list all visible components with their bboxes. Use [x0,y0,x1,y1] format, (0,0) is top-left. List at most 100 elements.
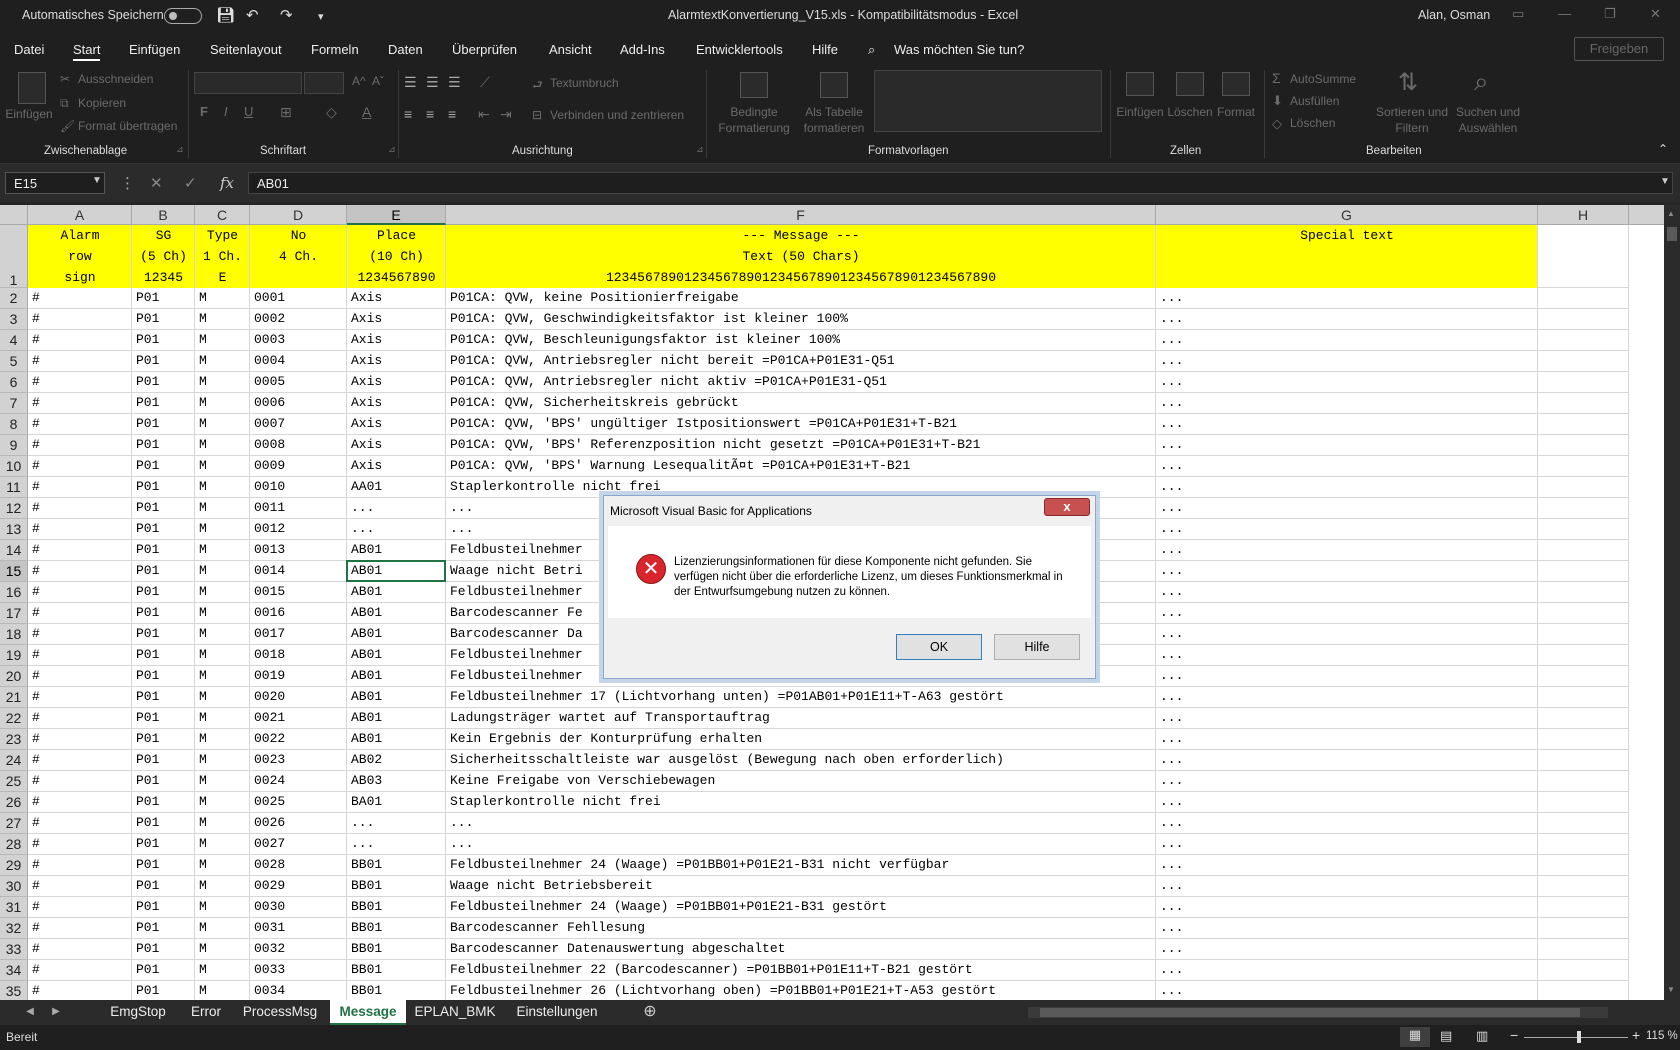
tab-addins[interactable]: Add-Ins [620,42,665,57]
cell-alarm-sign[interactable]: # [28,708,132,729]
row-header[interactable]: 7 [0,393,28,414]
cell-type[interactable]: M [195,855,250,876]
header-cell-d[interactable]: No 4 Ch. [250,225,347,267]
cell-type[interactable]: M [195,813,250,834]
cell-sg[interactable]: P01 [132,792,195,813]
cell-message[interactable]: ... [446,813,1156,834]
column-header-e[interactable]: E [347,205,446,225]
row-header[interactable]: 35 [0,981,28,1000]
cell-type[interactable]: M [195,729,250,750]
cell-alarm-sign[interactable]: # [28,477,132,498]
ribbon-display-icon[interactable]: ▭ [1512,6,1524,22]
conditional-formatting-button[interactable]: Bedingte Formatierung [714,104,794,136]
cell-type[interactable]: M [195,834,250,855]
cell-special-text[interactable]: ... [1156,939,1538,960]
row-header[interactable]: 26 [0,792,28,813]
clipboard-launcher-icon[interactable]: ⊿ [176,144,184,155]
header-cell-b[interactable]: SG (5 Ch) 12345 [132,225,195,288]
cell-no[interactable]: 0002 [250,309,347,330]
row-header[interactable]: 13 [0,519,28,540]
cell-sg[interactable]: P01 [132,729,195,750]
cell-sg[interactable]: P01 [132,981,195,1000]
cell-place[interactable]: Axis [347,288,446,309]
restore-icon[interactable]: ❐ [1604,6,1616,22]
tab-ueberpruefen[interactable]: Überprüfen [452,42,517,57]
cell-place[interactable]: BB01 [347,981,446,1000]
row-header[interactable]: 6 [0,372,28,393]
tab-formeln[interactable]: Formeln [311,42,359,57]
cell-alarm-sign[interactable]: # [28,330,132,351]
row-header[interactable]: 17 [0,603,28,624]
cell-sg[interactable]: P01 [132,351,195,372]
cell-place[interactable]: AB01 [347,687,446,708]
cell-no[interactable]: 0017 [250,624,347,645]
page-break-view-icon[interactable]: ▥ [1476,1028,1488,1044]
fill-button[interactable]: Ausfüllen [1290,94,1339,108]
cell-alarm-sign[interactable]: # [28,540,132,561]
cell-special-text[interactable]: ... [1156,792,1538,813]
cell-type[interactable]: M [195,708,250,729]
customize-quick-access-icon[interactable]: ▾ [318,10,324,23]
cell-alarm-sign[interactable]: # [28,792,132,813]
align-bottom-icon[interactable]: ☰ [448,74,461,91]
cell-place[interactable]: Axis [347,309,446,330]
cell-special-text[interactable]: ... [1156,855,1538,876]
cell-sg[interactable]: P01 [132,624,195,645]
cell-sg[interactable]: P01 [132,771,195,792]
row-header[interactable]: 21 [0,687,28,708]
cell-sg[interactable]: P01 [132,960,195,981]
sheet-tab-error[interactable]: Error [182,1000,230,1025]
row-header[interactable]: 15 [0,561,28,582]
font-color-icon[interactable]: A [362,104,371,120]
cell-alarm-sign[interactable]: # [28,939,132,960]
cell-sg[interactable]: P01 [132,435,195,456]
paste-button[interactable]: Einfügen [4,106,54,122]
header-cell-f[interactable]: --- Message --- Text (50 Chars) 12345678… [446,225,1156,288]
cell-sg[interactable]: P01 [132,519,195,540]
cell-place[interactable]: ... [347,813,446,834]
name-box[interactable]: E15 [5,172,105,194]
cell-alarm-sign[interactable]: # [28,687,132,708]
cell-alarm-sign[interactable]: # [28,750,132,771]
cell-message[interactable]: Ladungsträger wartet auf Transportauftra… [446,708,1156,729]
cell-alarm-sign[interactable]: # [28,813,132,834]
italic-button[interactable]: I [224,104,228,119]
cell-no[interactable]: 0014 [250,561,347,582]
cell-type[interactable]: M [195,456,250,477]
cell-message[interactable]: Kein Ergebnis der Konturprüfung erhalten [446,729,1156,750]
find-select-button[interactable]: Suchen und Auswählen [1450,104,1526,136]
cell-no[interactable]: 0009 [250,456,347,477]
fill-color-icon[interactable]: ◇ [326,104,337,121]
cell-message[interactable]: Barcodescanner Datenauswertung abgeschal… [446,939,1156,960]
ok-button[interactable]: OK [896,634,982,660]
cell-sg[interactable]: P01 [132,813,195,834]
sheet-tab-eplan-bmk[interactable]: EPLAN_BMK [412,1000,498,1025]
cell-alarm-sign[interactable]: # [28,456,132,477]
cell-special-text[interactable]: ... [1156,288,1538,309]
row-header[interactable]: 20 [0,666,28,687]
cell-no[interactable]: 0031 [250,918,347,939]
cell-type[interactable]: M [195,897,250,918]
cell-alarm-sign[interactable]: # [28,288,132,309]
cell-place[interactable]: BB01 [347,939,446,960]
cell-type[interactable]: M [195,750,250,771]
cell-special-text[interactable]: ... [1156,666,1538,687]
cell-type[interactable]: M [195,414,250,435]
cell-type[interactable]: M [195,918,250,939]
cell-place[interactable]: BB01 [347,897,446,918]
cell-place[interactable]: Axis [347,351,446,372]
cell-type[interactable]: M [195,561,250,582]
cell-message[interactable]: Sicherheitsschaltleiste war ausgelöst (B… [446,750,1156,771]
expand-formula-bar-icon[interactable]: ▼ [1660,176,1670,187]
column-header-h[interactable]: H [1538,205,1629,225]
cell-special-text[interactable]: ... [1156,750,1538,771]
tell-me-search[interactable]: Was möchten Sie tun? [894,42,1024,57]
cell-place[interactable]: BA01 [347,792,446,813]
cell-type[interactable]: M [195,666,250,687]
row-header[interactable]: 3 [0,309,28,330]
cell-message[interactable]: P01CA: QVW, Antriebsregler nicht aktiv =… [446,372,1156,393]
cell-special-text[interactable]: ... [1156,435,1538,456]
cell-place[interactable]: AB01 [347,729,446,750]
cell-special-text[interactable]: ... [1156,897,1538,918]
cell-special-text[interactable]: ... [1156,393,1538,414]
